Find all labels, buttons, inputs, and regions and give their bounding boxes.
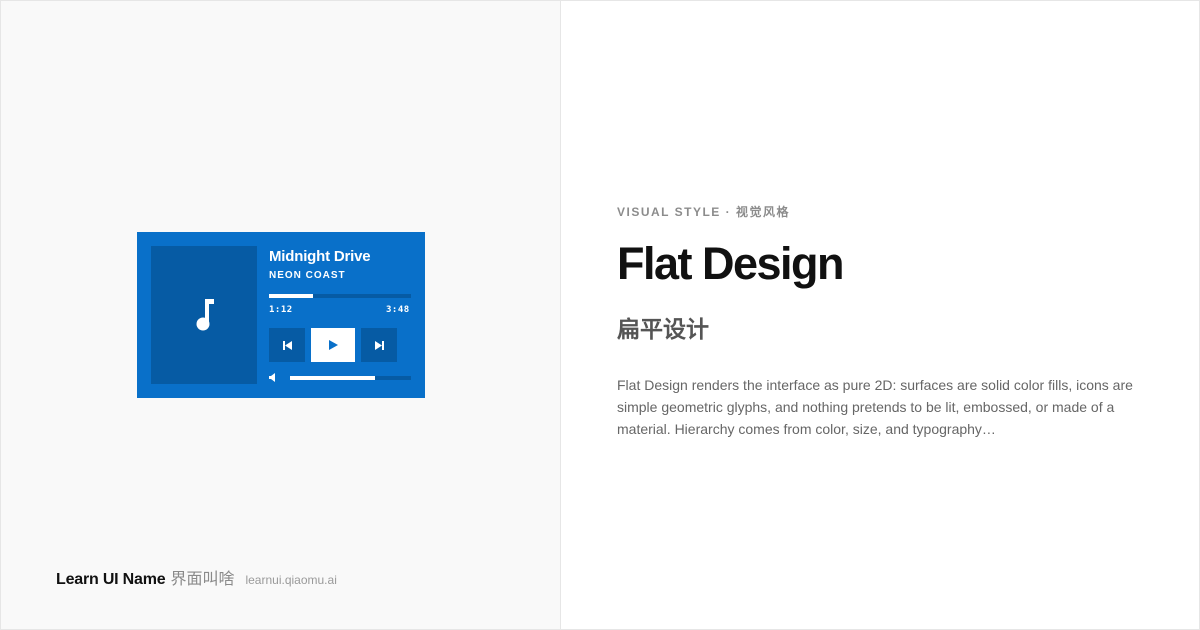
previous-button[interactable] [269, 328, 305, 362]
style-eyebrow: VISUAL STYLE · 视觉风格 [617, 205, 790, 219]
time-elapsed: 1:12 [269, 305, 293, 315]
brand-name: Learn UI Name [56, 571, 166, 588]
brand-url[interactable]: learnui.qiaomu.ai [245, 573, 336, 587]
skip-previous-icon [282, 340, 292, 350]
next-button[interactable] [361, 328, 397, 362]
volume-fill [290, 376, 375, 380]
time-total: 3:48 [386, 305, 410, 315]
brand-footer: Learn UI Name 界面叫啥 learnui.qiaomu.ai [56, 565, 337, 589]
volume-slider[interactable] [290, 376, 411, 380]
brand-name-cn: 界面叫啥 [170, 569, 235, 588]
artist-name: NEON COAST [269, 270, 346, 281]
music-player-card: Midnight Drive NEON COAST 1:12 3:48 [137, 232, 425, 398]
progress-bar[interactable] [269, 294, 411, 298]
play-button[interactable] [311, 328, 355, 362]
style-title-cn: 扁平设计 [617, 317, 709, 343]
track-title: Midnight Drive [269, 248, 371, 265]
volume-icon[interactable] [269, 373, 277, 382]
music-note-icon [196, 299, 214, 331]
skip-next-icon [374, 340, 384, 350]
progress-fill [269, 294, 314, 298]
style-description: Flat Design renders the interface as pur… [617, 377, 1133, 437]
play-icon [328, 340, 338, 350]
style-title: Flat Design [617, 238, 845, 289]
album-art [151, 246, 257, 384]
